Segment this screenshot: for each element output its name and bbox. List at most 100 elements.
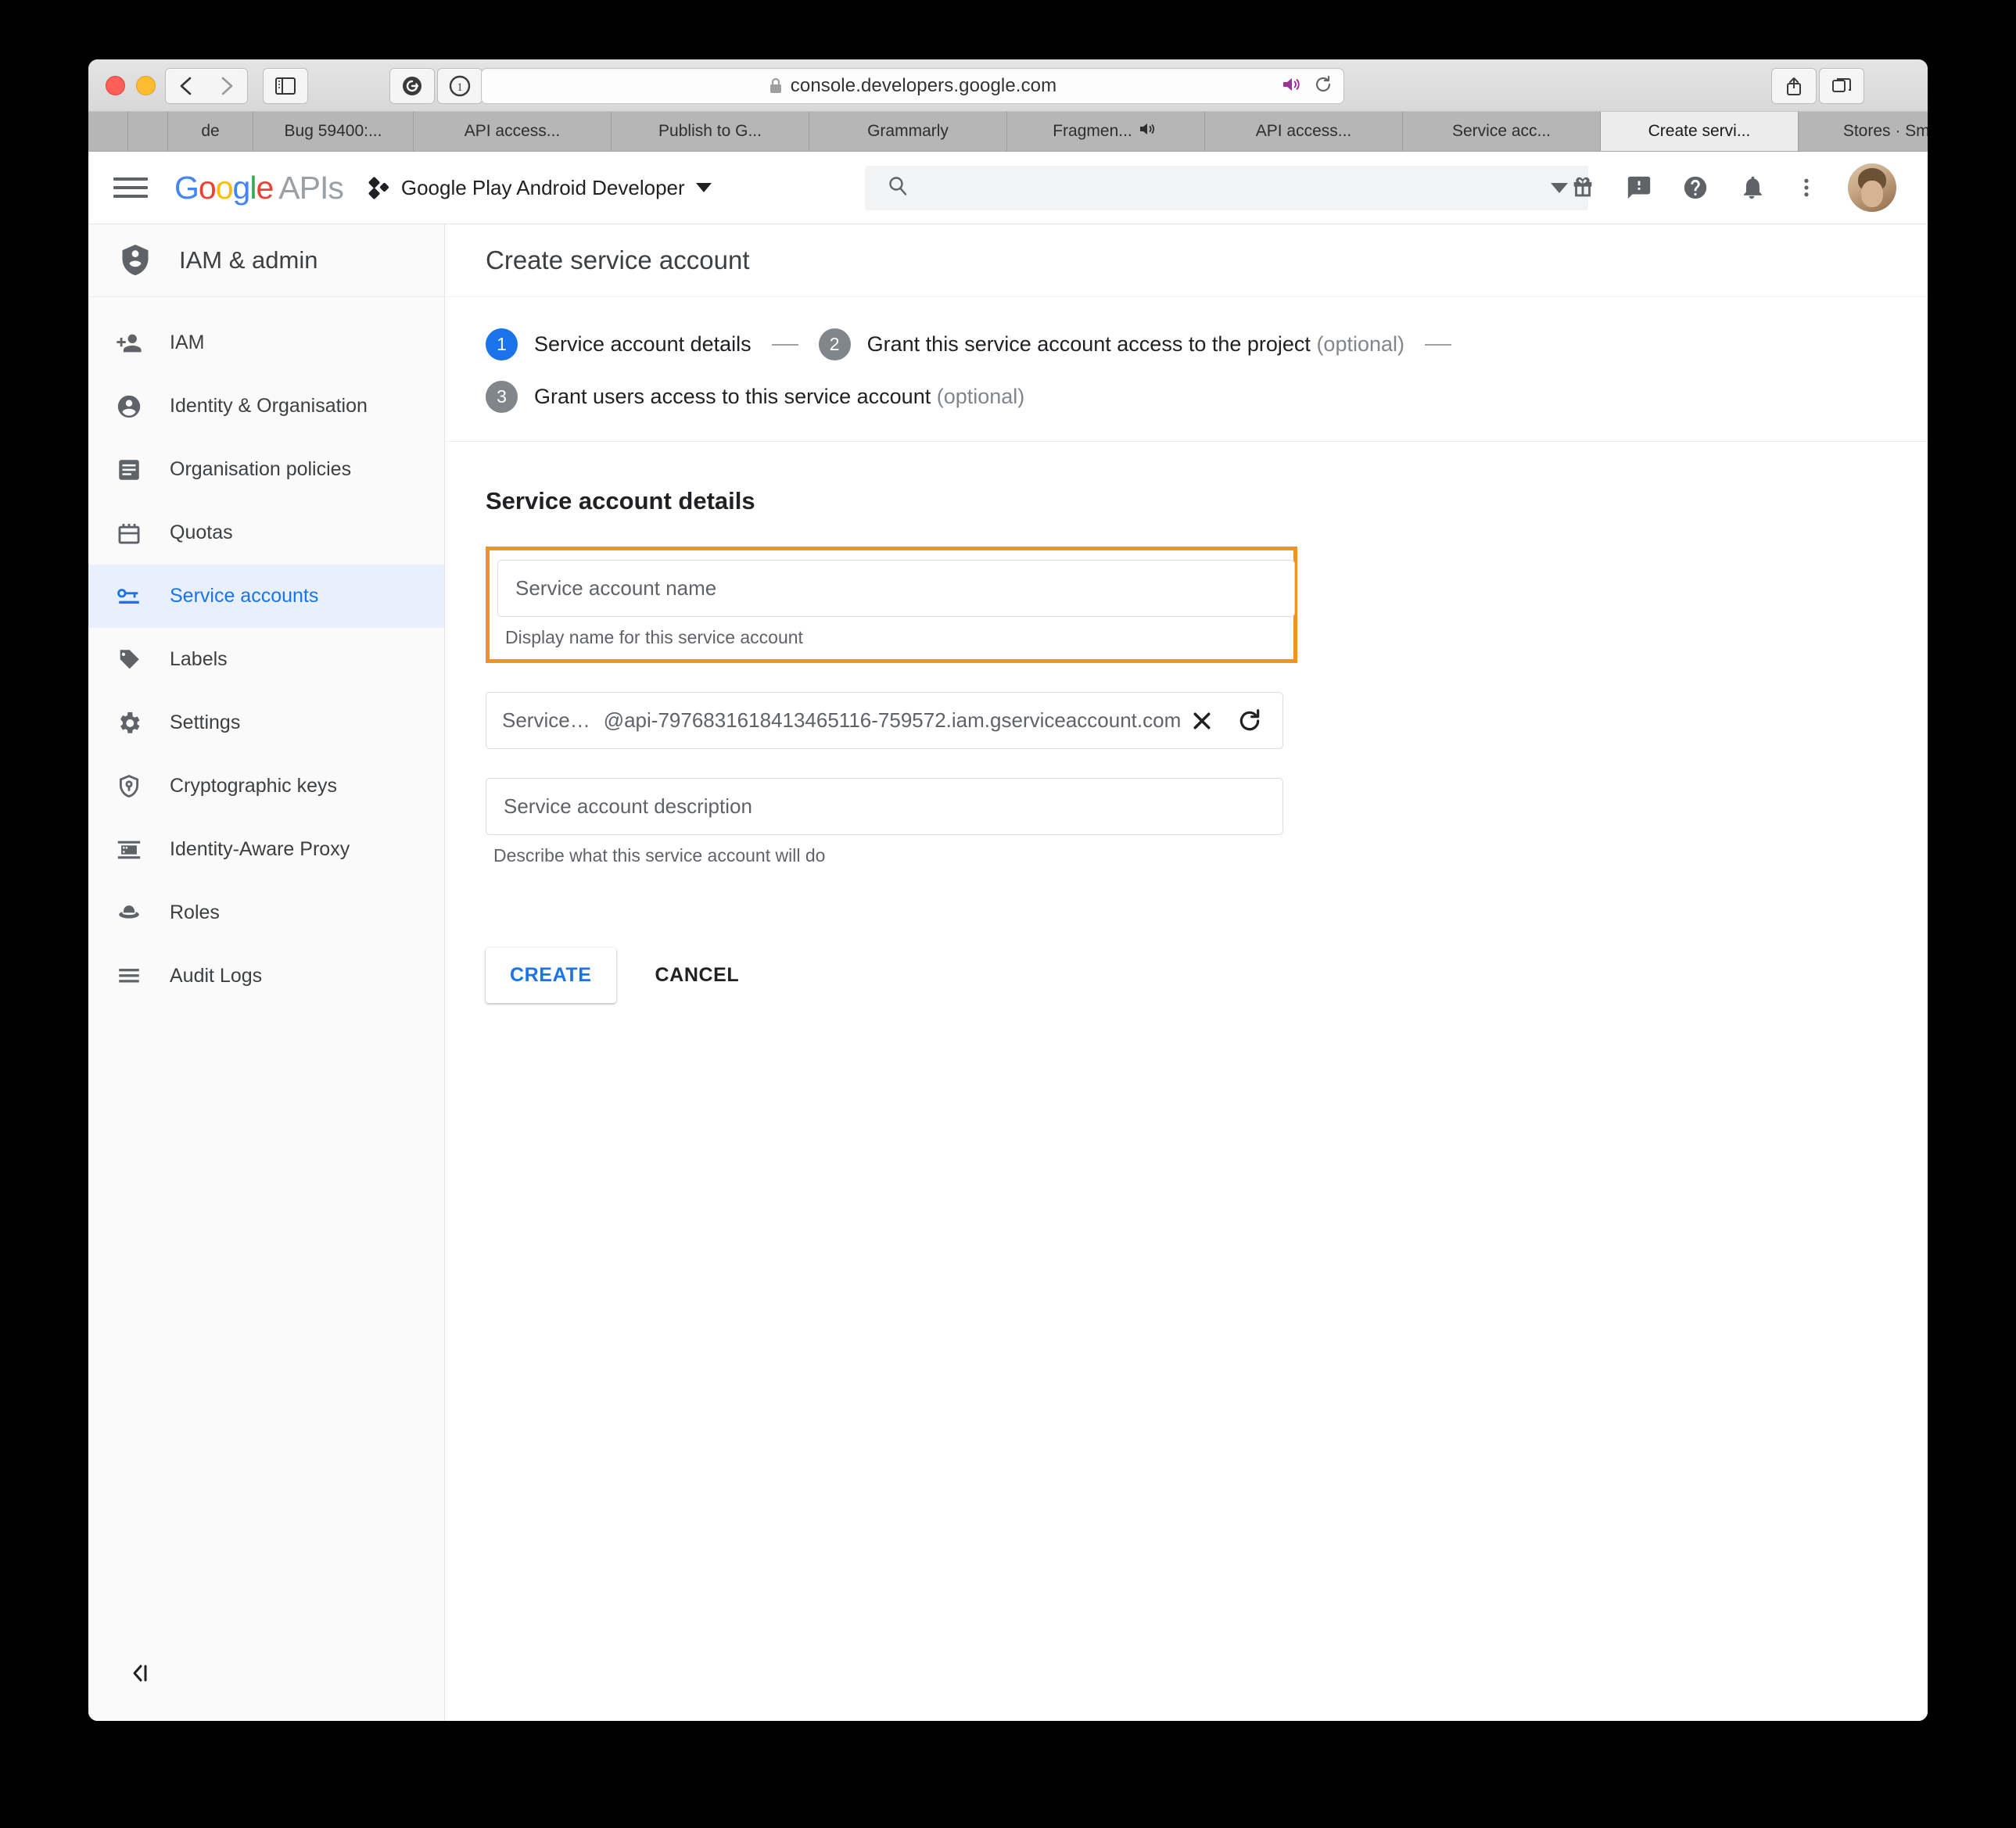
audit-logs-icon bbox=[88, 963, 170, 990]
browser-tab[interactable]: Stores · Sm... bbox=[1799, 112, 1928, 151]
key-card-icon bbox=[88, 583, 170, 610]
lock-icon bbox=[769, 77, 783, 95]
close-x-icon[interactable] bbox=[1190, 709, 1214, 733]
step-3[interactable]: 3 Grant users access to this service acc… bbox=[486, 381, 1024, 413]
sidebar-item-cryptographic-keys[interactable]: Cryptographic keys bbox=[88, 754, 444, 818]
sidebar-item-audit-logs[interactable]: Audit Logs bbox=[88, 944, 444, 1008]
search-box[interactable] bbox=[865, 166, 1588, 210]
logo-letter: G bbox=[174, 169, 199, 206]
help-icon[interactable] bbox=[1682, 174, 1709, 201]
step-2[interactable]: 2 Grant this service account access to t… bbox=[818, 328, 1404, 360]
tab-label: Create servi... bbox=[1648, 122, 1751, 140]
service-account-description-field[interactable] bbox=[486, 778, 1283, 835]
sidebar-item-label: Settings bbox=[170, 711, 241, 733]
search-chevron-down-icon[interactable] bbox=[1551, 183, 1568, 193]
onepassword-extension-icon[interactable]: 1 bbox=[437, 68, 482, 104]
reload-icon[interactable] bbox=[1314, 75, 1333, 98]
sidebar-item-iam[interactable]: IAM bbox=[88, 311, 444, 375]
name-field-highlight: Display name for this service account bbox=[486, 547, 1297, 663]
sidebar-item-service-accounts[interactable]: Service accounts bbox=[88, 565, 444, 628]
description-field-hint: Describe what this service account will … bbox=[493, 845, 826, 866]
service-account-id-prefix: Service… bbox=[502, 708, 590, 732]
sidebar-item-identity-organisation[interactable]: Identity & Organisation bbox=[88, 375, 444, 438]
step-label: Grant users access to this service accou… bbox=[534, 385, 1024, 409]
step-number: 2 bbox=[818, 328, 851, 360]
close-window-button[interactable] bbox=[106, 76, 125, 95]
browser-tab[interactable]: Bug 59400:... bbox=[253, 112, 414, 151]
policy-document-icon bbox=[88, 457, 170, 483]
iam-shield-icon bbox=[118, 243, 152, 278]
service-account-id-row: Service… @api-7976831618413465116-759572… bbox=[486, 692, 1928, 749]
gear-icon bbox=[88, 710, 170, 737]
speaker-playing-icon[interactable] bbox=[1281, 75, 1304, 98]
back-button[interactable] bbox=[165, 68, 207, 104]
project-selector[interactable]: Google Play Android Developer bbox=[368, 176, 712, 200]
stepper: 1 Service account details 2 Grant this s… bbox=[445, 297, 1928, 442]
tab-strip: de Bug 59400:... API access... Publish t… bbox=[88, 112, 1928, 152]
google-apis-logo[interactable]: Go o g l e APIs bbox=[174, 169, 344, 206]
browser-tab[interactable]: Service acc... bbox=[1403, 112, 1601, 151]
tab-spacer-2 bbox=[128, 112, 168, 151]
service-account-id-domain: @api-7976831618413465116-759572.iam.gser… bbox=[603, 708, 1182, 732]
service-account-name-field[interactable] bbox=[497, 560, 1295, 617]
step-optional-text: (optional) bbox=[936, 385, 1025, 408]
refresh-icon[interactable] bbox=[1237, 708, 1262, 733]
more-vert-icon[interactable] bbox=[1795, 174, 1818, 201]
collapse-panel-icon[interactable] bbox=[88, 1650, 254, 1697]
browser-tab[interactable]: Grammarly bbox=[809, 112, 1007, 151]
notifications-bell-icon[interactable] bbox=[1738, 174, 1765, 201]
forward-button[interactable] bbox=[206, 68, 248, 104]
sidebar-item-identity-aware-proxy[interactable]: Identity-Aware Proxy bbox=[88, 818, 444, 881]
browser-toolbar: 1 console.developers.google.com bbox=[88, 59, 1928, 112]
step-1[interactable]: 1 Service account details bbox=[486, 328, 752, 360]
quotas-icon bbox=[88, 520, 170, 547]
logo-letter: o bbox=[198, 169, 217, 206]
sidebar-item-label: Identity & Organisation bbox=[170, 395, 368, 417]
sidebar-item-quotas[interactable]: Quotas bbox=[88, 501, 444, 565]
sidebar-toggle-icon[interactable] bbox=[263, 68, 308, 104]
step-connector bbox=[1425, 343, 1451, 346]
share-icon[interactable] bbox=[1771, 68, 1817, 104]
browser-tab-active[interactable]: Create servi... bbox=[1601, 112, 1799, 151]
browser-tab[interactable]: API access... bbox=[1205, 112, 1403, 151]
tab-overview-icon[interactable] bbox=[1819, 68, 1864, 104]
tab-audio-icon[interactable] bbox=[1139, 121, 1159, 142]
hamburger-menu-icon[interactable] bbox=[113, 177, 148, 198]
sidebar-item-roles[interactable]: Roles bbox=[88, 881, 444, 944]
service-account-description-input[interactable] bbox=[502, 794, 1267, 819]
cancel-button[interactable]: CANCEL bbox=[638, 948, 757, 1003]
stepper-row-2: 3 Grant users access to this service acc… bbox=[486, 381, 1928, 413]
step-label-text: Grant this service account access to the… bbox=[866, 332, 1311, 356]
tab-label: API access... bbox=[1255, 122, 1352, 140]
service-account-name-input[interactable] bbox=[514, 575, 1279, 601]
sidebar-list: IAM Identity & Organisation Organisation… bbox=[88, 297, 444, 1008]
feedback-icon[interactable] bbox=[1626, 174, 1652, 201]
browser-tab[interactable]: Publish to G... bbox=[612, 112, 809, 151]
grammarly-extension-icon[interactable] bbox=[389, 68, 435, 104]
sidebar-item-label: Identity-Aware Proxy bbox=[170, 838, 350, 860]
search-input[interactable] bbox=[926, 176, 1551, 200]
create-button[interactable]: CREATE bbox=[486, 948, 616, 1003]
browser-tab[interactable]: de bbox=[168, 112, 253, 151]
header-actions bbox=[1569, 163, 1896, 212]
user-avatar[interactable] bbox=[1848, 163, 1896, 212]
logo-letter: e bbox=[256, 169, 274, 206]
logo-letter: o bbox=[215, 169, 234, 206]
sidebar-title: IAM & admin bbox=[88, 224, 444, 297]
step-number: 3 bbox=[486, 381, 518, 413]
sidebar-item-labels[interactable]: Labels bbox=[88, 628, 444, 691]
step-number: 1 bbox=[486, 328, 518, 360]
browser-tab[interactable]: Fragmen... bbox=[1007, 112, 1205, 151]
logo-apis-text: APIs bbox=[278, 169, 344, 206]
gift-icon[interactable] bbox=[1569, 174, 1596, 201]
sidebar-item-organisation-policies[interactable]: Organisation policies bbox=[88, 438, 444, 501]
browser-tab[interactable]: API access... bbox=[414, 112, 612, 151]
service-account-id-field[interactable]: Service… @api-7976831618413465116-759572… bbox=[486, 692, 1283, 749]
address-bar[interactable]: console.developers.google.com bbox=[481, 68, 1344, 104]
app-body: IAM & admin IAM Identity & Organisation bbox=[88, 224, 1928, 1721]
sidebar-item-settings[interactable]: Settings bbox=[88, 691, 444, 754]
minimize-window-button[interactable] bbox=[136, 76, 156, 95]
page-title: Create service account bbox=[445, 224, 1928, 297]
step-connector bbox=[771, 343, 798, 346]
form-actions: CREATE CANCEL bbox=[486, 948, 1928, 1003]
